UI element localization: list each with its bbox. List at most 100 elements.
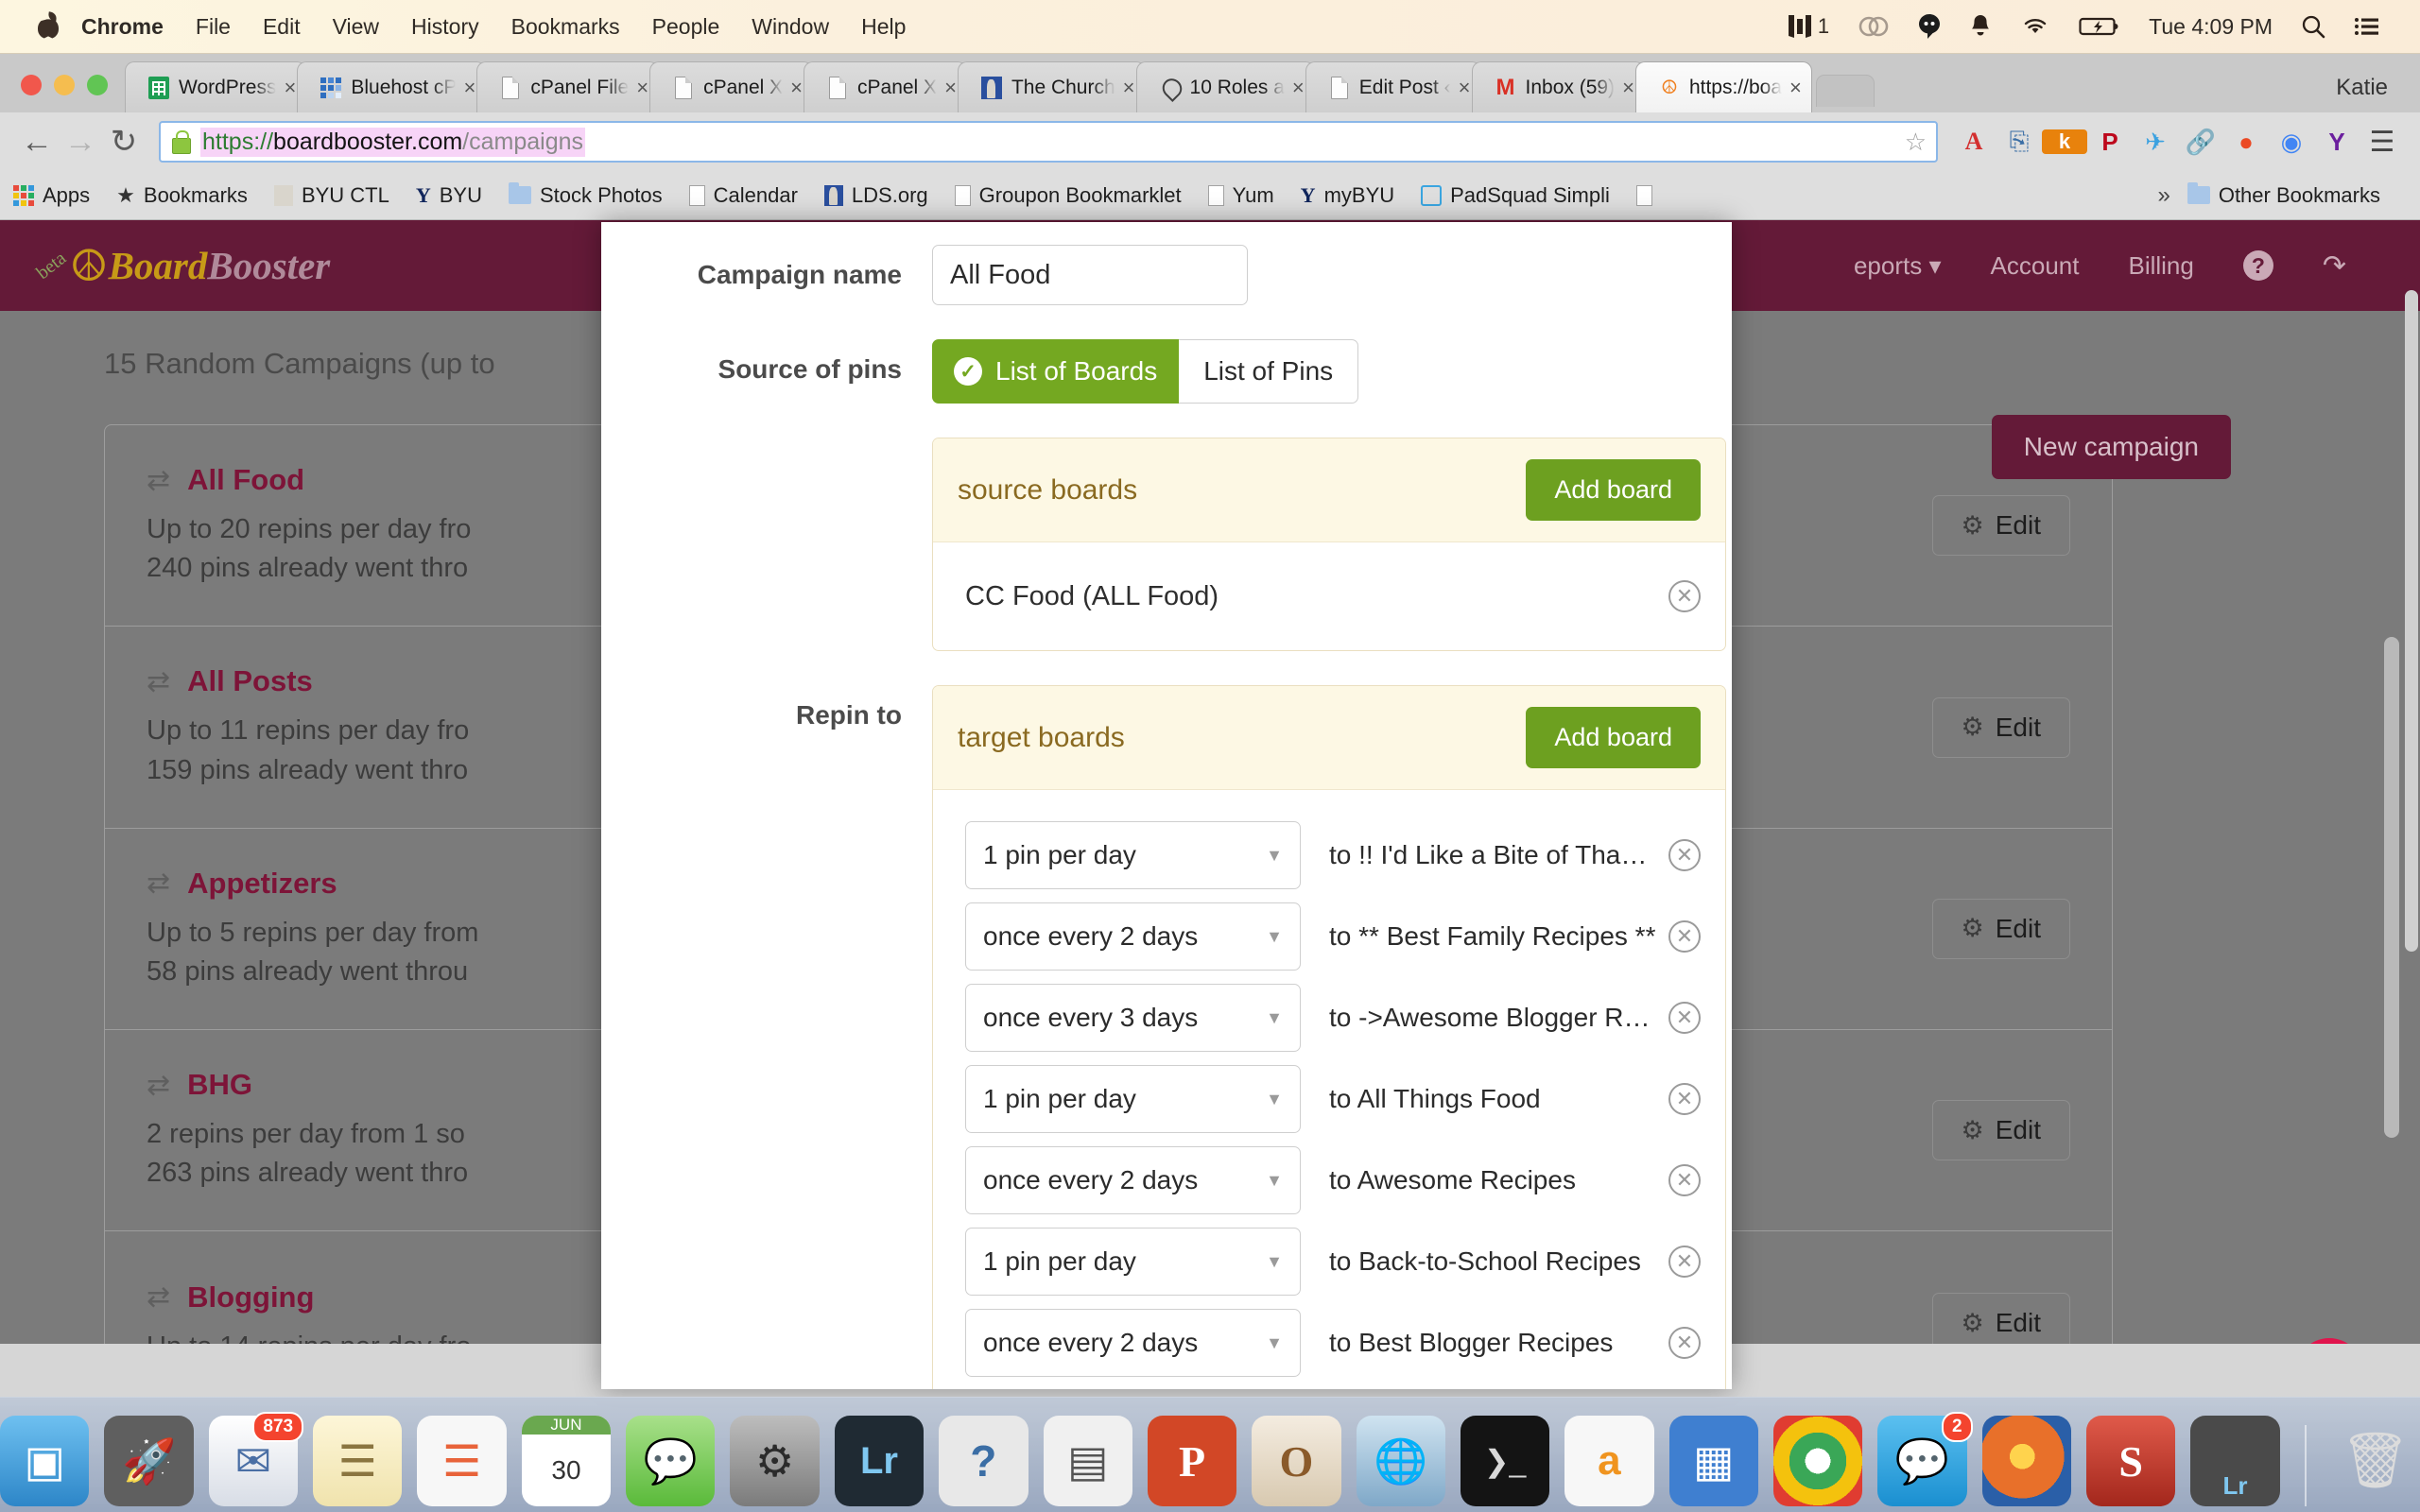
bookmarks-overflow-icon[interactable]: » [2157, 182, 2169, 209]
pinterest-icon[interactable]: P [2087, 128, 2133, 157]
tab-close-icon[interactable]: × [636, 76, 648, 100]
dock-item-powerpoint[interactable]: P [1147, 1416, 1237, 1506]
battery-charging-icon[interactable] [2079, 15, 2120, 38]
bookmark-groupon[interactable]: Groupon Bookmarklet [954, 183, 1182, 208]
close-window-button[interactable] [21, 75, 42, 95]
frequency-select[interactable]: once every 3 days ▼ [965, 984, 1301, 1052]
nav-billing[interactable]: Billing [2128, 251, 2193, 281]
tab-close-icon[interactable]: × [1123, 76, 1135, 100]
page-scrollbar[interactable] [2384, 637, 2399, 1138]
toggle-list-of-pins[interactable]: List of Pins [1179, 339, 1359, 404]
dock-item-terminal[interactable]: ❯_ [1460, 1416, 1550, 1506]
logout-icon[interactable]: ↷ [2323, 249, 2346, 283]
bookmark-bookmarks[interactable]: ★ Bookmarks [116, 183, 248, 208]
tab-the-church[interactable]: The Church × [957, 61, 1146, 112]
dock-item-lightroom-doc[interactable]: Lr [2190, 1416, 2280, 1506]
edit-button[interactable]: ⚙ Edit [1931, 1100, 2070, 1161]
menu-history[interactable]: History [411, 14, 479, 40]
nav-account[interactable]: Account [1991, 251, 2080, 281]
address-bar[interactable]: https://boardbooster.com/campaigns ☆ [159, 121, 1938, 163]
url-text[interactable]: https://boardbooster.com/campaigns [200, 127, 586, 157]
dock-item-messages[interactable]: 💬 [626, 1416, 716, 1506]
link-icon[interactable]: 🔗 [2178, 128, 2223, 157]
dock-item-amazon[interactable]: a [1564, 1416, 1654, 1506]
bookmark-lds-org[interactable]: LDS.org [823, 183, 928, 208]
remove-circle-icon[interactable]: ✕ [1668, 1164, 1701, 1196]
edit-button[interactable]: ⚙ Edit [1931, 1293, 2070, 1344]
tab-bluehost[interactable]: Bluehost cP × [297, 61, 487, 112]
dock-item-lightroom[interactable]: Lr [834, 1416, 925, 1506]
dock-item-notes[interactable]: ☰ [313, 1416, 403, 1506]
pocket-icon[interactable]: ⎘ [1996, 127, 2042, 157]
dock-item-launchpad[interactable]: 🚀 [104, 1416, 194, 1506]
menu-edit[interactable]: Edit [263, 14, 301, 40]
bookmark-calendar[interactable]: Calendar [688, 183, 798, 208]
tweet-bird-icon[interactable]: ✈ [2133, 128, 2178, 157]
frequency-select[interactable]: once every 2 days ▼ [965, 1146, 1301, 1214]
tab-wordpress[interactable]: WordPress × [125, 61, 307, 112]
dock-item-calculator[interactable]: ▤ [1043, 1416, 1132, 1506]
dock-item-trash[interactable]: 🗑 [2331, 1416, 2420, 1506]
tab-cpanel-file[interactable]: cPanel File × [476, 61, 660, 112]
bookmark-untitled[interactable] [1635, 184, 1652, 206]
tab-10-roles[interactable]: 10 Roles a × [1135, 61, 1315, 112]
tab-close-icon[interactable]: × [944, 76, 957, 100]
reload-button[interactable]: ↻ [102, 126, 146, 158]
remove-circle-icon[interactable]: ✕ [1668, 839, 1701, 871]
edit-button[interactable]: ⚙ Edit [1931, 898, 2070, 959]
campaign-title[interactable]: Blogging [187, 1280, 314, 1314]
creative-cloud-icon[interactable] [1858, 14, 1890, 39]
dock-item-finder[interactable]: ▣ [0, 1416, 90, 1506]
tab-close-icon[interactable]: × [1292, 76, 1305, 100]
dock-item-calendar[interactable]: JUN 30 [521, 1416, 612, 1506]
tab-cpanel-x-1[interactable]: cPanel X × [649, 61, 814, 112]
remove-circle-icon[interactable]: ✕ [1668, 1083, 1701, 1115]
notification-bell-icon[interactable] [1969, 13, 1992, 40]
dock-item-system-preferences[interactable]: ⚙ [730, 1416, 820, 1506]
toggle-list-of-boards[interactable]: ✓ List of Boards [932, 339, 1180, 404]
bookmark-stock-photos[interactable]: Stock Photos [509, 182, 663, 208]
spotlight-search-icon[interactable] [2301, 14, 2325, 39]
tab-close-icon[interactable]: × [463, 76, 475, 100]
dock-item-firefox[interactable] [1981, 1416, 2071, 1506]
adobe-cc-icon[interactable]: 1 [1786, 13, 1829, 40]
campaign-title[interactable]: Appetizers [187, 867, 337, 901]
dock-item-mail[interactable]: ✉ 873 [208, 1412, 304, 1506]
tab-boardbooster[interactable]: ☮ https://boa × [1634, 61, 1812, 112]
menu-people[interactable]: People [652, 14, 720, 40]
campaign-title[interactable]: All Posts [187, 664, 313, 698]
hangouts-icon[interactable] [1918, 13, 1941, 40]
dock-item-reminders[interactable]: ☰ [417, 1416, 507, 1506]
apple-menu-icon[interactable] [36, 12, 60, 41]
nav-reports[interactable]: eports ▾ [1854, 251, 1942, 281]
klout-k-icon[interactable]: k [2042, 129, 2087, 154]
tab-edit-post[interactable]: Edit Post ‹ × [1305, 61, 1481, 112]
tab-close-icon[interactable]: × [790, 76, 803, 100]
stumbleupon-icon[interactable]: ● [2223, 128, 2269, 157]
menu-window[interactable]: Window [752, 14, 829, 40]
frequency-select[interactable]: once every 2 days ▼ [965, 902, 1301, 971]
yahoo-mail-icon[interactable]: Y [2314, 128, 2360, 157]
dock-item-chrome[interactable] [1772, 1416, 1863, 1506]
remove-circle-icon[interactable]: ✕ [1668, 1002, 1701, 1034]
minimize-window-button[interactable] [54, 75, 75, 95]
window-scrollbar[interactable] [2405, 290, 2418, 952]
tab-close-icon[interactable]: × [1622, 76, 1634, 100]
menu-bookmarks[interactable]: Bookmarks [511, 14, 620, 40]
bookmark-other-bookmarks[interactable]: Other Bookmarks [2187, 182, 2380, 208]
remove-circle-icon[interactable]: ✕ [1668, 1327, 1701, 1359]
maximize-window-button[interactable] [87, 75, 108, 95]
tab-inbox[interactable]: M Inbox (59) × [1471, 61, 1645, 112]
adobe-a-icon[interactable]: A [1951, 128, 1996, 156]
edit-button[interactable]: ⚙ Edit [1931, 495, 2070, 557]
add-target-board-button[interactable]: Add board [1526, 707, 1701, 768]
tab-cpanel-x-2[interactable]: cPanel X × [804, 61, 967, 112]
campaign-name-input[interactable]: All Food [932, 245, 1248, 305]
forward-button[interactable]: → [59, 126, 102, 158]
bookmark-apps[interactable]: Apps [13, 183, 90, 208]
profile-button[interactable]: Katie [2323, 71, 2401, 105]
dock-item-help[interactable]: ? [939, 1416, 1028, 1506]
back-button[interactable]: ← [15, 126, 59, 158]
bookmark-star-icon[interactable]: ☆ [1905, 128, 1927, 157]
bookmark-byu-ctl[interactable]: BYU CTL [273, 183, 389, 208]
